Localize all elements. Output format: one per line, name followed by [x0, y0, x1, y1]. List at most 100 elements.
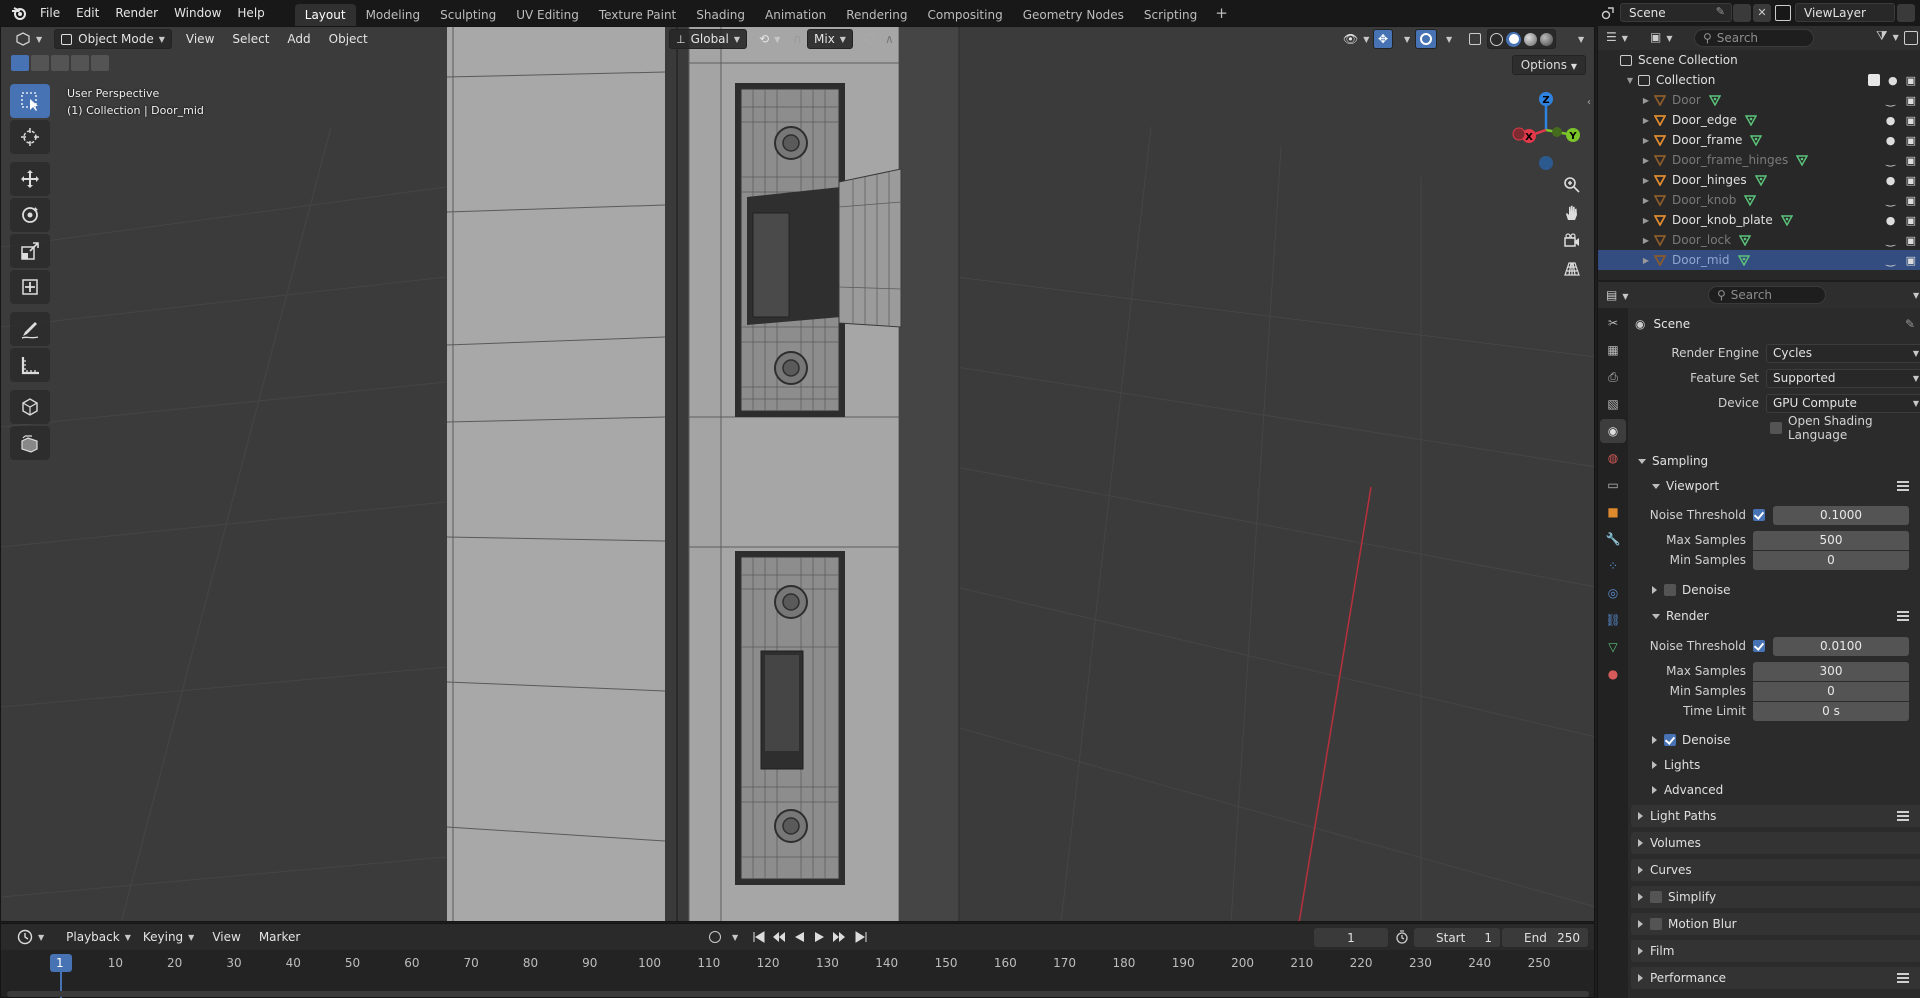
overlay-toggle[interactable]: [1415, 29, 1437, 49]
perspective-toggle-icon[interactable]: [1558, 255, 1586, 283]
navigation-gizmo[interactable]: Z Y X: [1501, 85, 1591, 175]
menu-marker[interactable]: Marker: [253, 927, 306, 947]
mesh-data-icon[interactable]: [1744, 114, 1757, 126]
menu-timeline-view[interactable]: View: [206, 927, 246, 947]
annotate-tool[interactable]: [10, 312, 50, 346]
tab-shading[interactable]: Shading: [686, 4, 755, 26]
outliner-item-door-frame[interactable]: ▶ Door_frame ● ▣: [1598, 130, 1920, 150]
jump-start-icon[interactable]: [751, 929, 767, 945]
tool-tab-icon[interactable]: ✂: [1600, 311, 1626, 335]
outliner-item-door-lock[interactable]: ▶ Door_lock ‿ ▣: [1598, 230, 1920, 250]
menu-playback[interactable]: Playback ▼: [60, 927, 137, 947]
select-intersect-icon[interactable]: [91, 55, 109, 71]
menu-help[interactable]: Help: [229, 0, 272, 26]
r-time-field[interactable]: 0 s: [1753, 701, 1909, 721]
menu-file[interactable]: File: [32, 0, 68, 26]
tab-geometry-nodes[interactable]: Geometry Nodes: [1013, 4, 1134, 26]
camera-icon[interactable]: ▣: [1906, 254, 1916, 267]
mesh-data-icon[interactable]: [1739, 234, 1752, 246]
collection-expand-icon[interactable]: ▼: [1624, 76, 1636, 85]
camera-view-icon[interactable]: [1558, 227, 1586, 255]
add-cube-tool[interactable]: [10, 390, 50, 424]
menu-select[interactable]: Select: [226, 29, 275, 49]
view-layer-icon[interactable]: [1775, 5, 1791, 21]
new-view-layer-icon[interactable]: [1897, 4, 1915, 22]
jump-keyframe-forward-icon[interactable]: [831, 929, 847, 945]
r-min-field[interactable]: 0: [1753, 681, 1909, 701]
tab-rendering[interactable]: Rendering: [836, 4, 917, 26]
outliner-item-door-edge[interactable]: ▶ Door_edge ● ▣: [1598, 110, 1920, 130]
eye-closed-icon[interactable]: ‿: [1884, 234, 1898, 247]
select-box-tool[interactable]: [10, 84, 50, 118]
particles-tab-icon[interactable]: ⁘: [1600, 554, 1626, 578]
item-expand-icon[interactable]: ▶: [1640, 176, 1652, 185]
rotate-tool[interactable]: [10, 198, 50, 232]
light-paths-presets-icon[interactable]: [1897, 811, 1909, 821]
simplify-panel-header[interactable]: Simplify: [1631, 886, 1920, 908]
falloff-button[interactable]: ∧: [879, 29, 900, 49]
lights-subpanel-header[interactable]: Lights: [1631, 754, 1920, 776]
add-workspace-button[interactable]: +: [1207, 0, 1236, 26]
select-invert-icon[interactable]: [71, 55, 89, 71]
outliner-item-door[interactable]: ▶ Door ‿ ▣: [1598, 90, 1920, 110]
mesh-data-icon[interactable]: [1737, 254, 1750, 266]
play-icon[interactable]: [811, 929, 827, 945]
transform-orientation-selector[interactable]: ⊥ Global ▼: [669, 29, 748, 49]
collection-eye-icon[interactable]: ●: [1888, 74, 1898, 87]
play-reverse-icon[interactable]: [791, 929, 807, 945]
solid-shading-icon[interactable]: [1506, 31, 1521, 47]
overlay-dropdown[interactable]: ▼: [1446, 35, 1452, 44]
feature-set-dropdown[interactable]: Supported ▼: [1766, 368, 1920, 388]
render-presets-icon[interactable]: [1897, 611, 1909, 621]
eye-open-icon[interactable]: ●: [1884, 114, 1898, 127]
camera-icon[interactable]: ▣: [1906, 214, 1916, 227]
world-tab-icon[interactable]: ◍: [1600, 446, 1626, 470]
sidebar-collapse-icon[interactable]: ‹: [1587, 97, 1591, 108]
snap-toggle[interactable]: ∩: [787, 29, 808, 49]
mesh-data-icon[interactable]: [1744, 194, 1757, 206]
item-expand-icon[interactable]: ▶: [1640, 136, 1652, 145]
auto-keying-icon[interactable]: [707, 929, 723, 945]
volumes-panel-header[interactable]: Volumes: [1631, 832, 1920, 854]
eye-open-icon[interactable]: ●: [1884, 174, 1898, 187]
item-expand-icon[interactable]: ▶: [1640, 216, 1652, 225]
advanced-subpanel-header[interactable]: Advanced: [1631, 779, 1920, 801]
scene-selector[interactable]: Scene ✎: [1620, 3, 1732, 22]
tab-compositing[interactable]: Compositing: [917, 4, 1012, 26]
viewport-presets-icon[interactable]: [1897, 481, 1909, 491]
move-tool[interactable]: [10, 162, 50, 196]
jump-keyframe-back-icon[interactable]: [771, 929, 787, 945]
mesh-data-icon[interactable]: [1708, 94, 1721, 106]
zoom-icon[interactable]: [1558, 171, 1586, 199]
3d-viewport[interactable]: ▼ Object Mode ▼ View Select Add Object ⊥ …: [0, 26, 1595, 922]
proportional-editing-button[interactable]: [859, 29, 881, 49]
eye-closed-icon[interactable]: ‿: [1884, 194, 1898, 207]
item-expand-icon[interactable]: ▶: [1640, 156, 1652, 165]
constraints-tab-icon[interactable]: ⛓: [1600, 608, 1626, 632]
tab-layout[interactable]: Layout: [294, 4, 356, 26]
properties-options-dropdown[interactable]: ▼: [1913, 291, 1919, 300]
measure-tool[interactable]: [10, 348, 50, 382]
view-layer-tab-icon[interactable]: ▧: [1600, 392, 1626, 416]
wireframe-shading-icon[interactable]: [1490, 32, 1503, 46]
r-denoise-subpanel-header[interactable]: Denoise: [1631, 729, 1920, 751]
properties-search-input[interactable]: ⚲ Search: [1708, 286, 1826, 304]
tab-animation[interactable]: Animation: [755, 4, 836, 26]
outliner-item-door-mid[interactable]: ▶ Door_mid ‿ ▣: [1598, 250, 1920, 270]
camera-icon[interactable]: ▣: [1906, 134, 1916, 147]
properties-editor-type-icon[interactable]: ▤ ▼: [1606, 288, 1629, 302]
vp-denoise-subpanel-header[interactable]: Denoise: [1631, 579, 1920, 601]
snap-target-selector[interactable]: Mix ▼: [807, 29, 853, 49]
current-frame-field[interactable]: 1: [1314, 928, 1388, 947]
camera-icon[interactable]: ▣: [1906, 174, 1916, 187]
eye-closed-icon[interactable]: ‿: [1884, 254, 1898, 267]
mesh-data-icon[interactable]: [1796, 154, 1809, 166]
render-subpanel-header[interactable]: Render: [1631, 605, 1920, 627]
mesh-data-icon[interactable]: [1780, 214, 1793, 226]
start-frame-field[interactable]: Start 1: [1414, 928, 1500, 947]
motion-blur-checkbox[interactable]: [1650, 918, 1662, 930]
item-expand-icon[interactable]: ▶: [1640, 196, 1652, 205]
render-engine-dropdown[interactable]: Cycles ▼: [1766, 343, 1920, 363]
light-paths-panel-header[interactable]: Light Paths: [1631, 805, 1920, 827]
menu-keying[interactable]: Keying ▼: [137, 927, 200, 947]
